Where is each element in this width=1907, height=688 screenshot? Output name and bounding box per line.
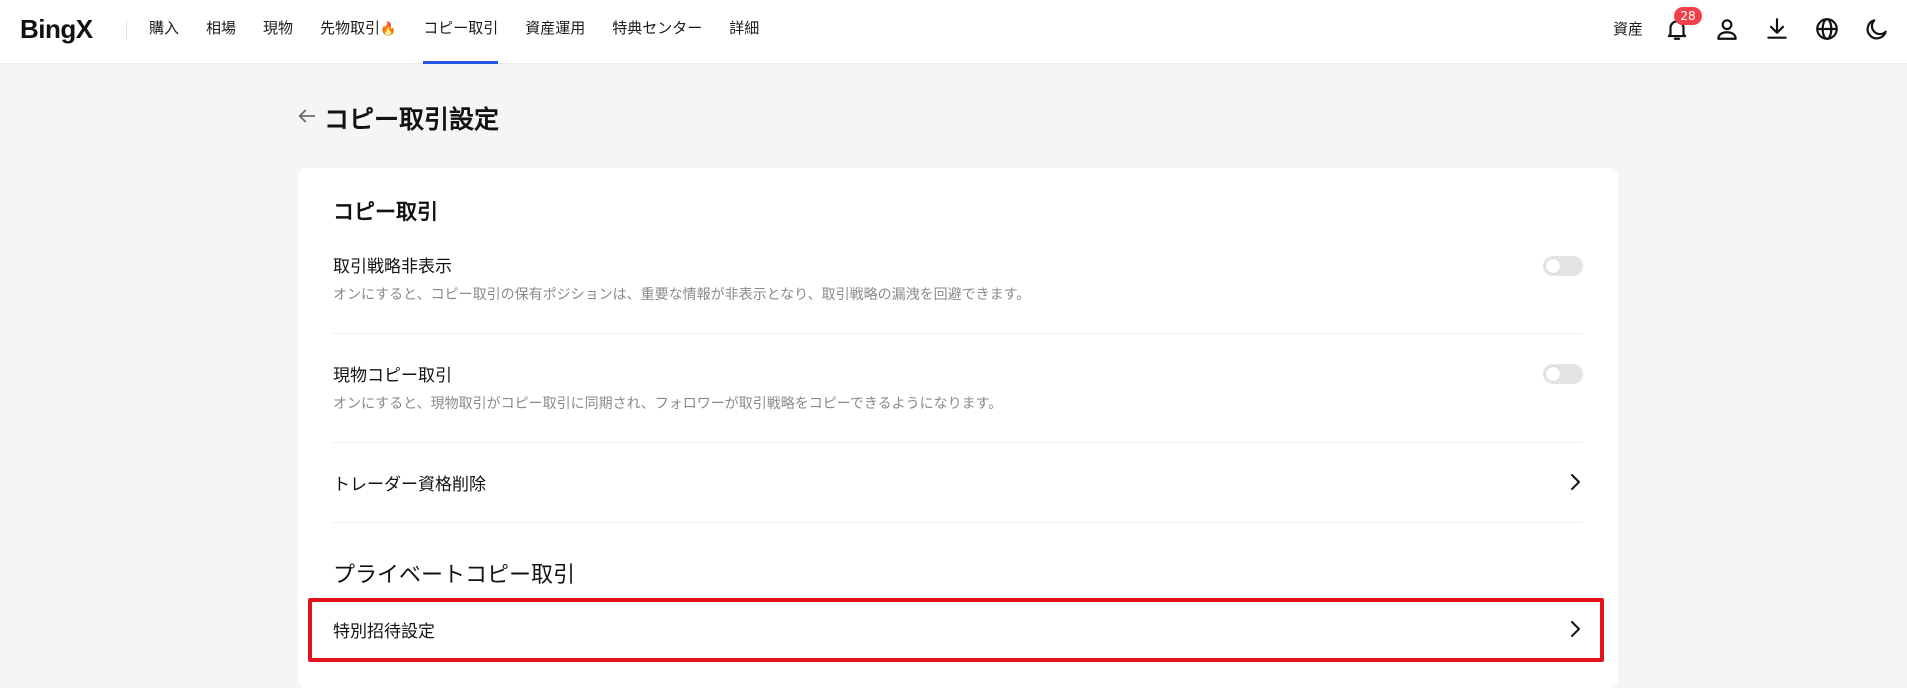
notification-badge: 28 xyxy=(1674,7,1702,25)
user-icon[interactable] xyxy=(1714,16,1740,42)
back-arrow-icon[interactable] xyxy=(296,105,318,127)
hide-strategy-title: 取引戦略非表示 xyxy=(333,257,452,277)
assets-link[interactable]: 資産 xyxy=(1613,18,1643,39)
top-nav: BingX 購入 相場 現物 先物取引🔥 コピー取引 資産運用 特典センター 詳… xyxy=(0,0,1907,64)
toggle-knob xyxy=(1546,367,1560,381)
logo-divider xyxy=(126,20,127,40)
nav-item-markets[interactable]: 相場 xyxy=(206,0,236,64)
nav-item-label: 相場 xyxy=(206,19,237,37)
settings-card: コピー取引 取引戦略非表示 オンにすると、コピー取引の保有ポジションは、重要な情… xyxy=(298,168,1618,688)
nav-item-label: コピー取引 xyxy=(423,19,499,37)
section-title-copy-trading: コピー取引 xyxy=(333,200,438,224)
section-title-private-copy-trading: プライベートコピー取引 xyxy=(333,563,576,588)
nav-item-label: 現物 xyxy=(263,19,294,37)
delete-qualification-row[interactable]: トレーダー資格削除 xyxy=(298,443,1618,523)
nav-item-label: 先物取引 xyxy=(320,19,381,37)
spot-copy-description: オンにすると、現物取引がコピー取引に同期され、フォロワーが取引戦略をコピーできる… xyxy=(333,396,1003,412)
divider xyxy=(333,522,1583,523)
moon-icon[interactable] xyxy=(1864,16,1890,42)
toggle-knob xyxy=(1546,259,1560,273)
nav-item-label: 特典センター xyxy=(612,19,703,37)
page-title: コピー取引設定 xyxy=(324,105,500,134)
chevron-right-icon xyxy=(1571,474,1580,490)
nav-item-copy-trading[interactable]: コピー取引 xyxy=(423,0,499,64)
nav-item-label: 購入 xyxy=(149,19,180,37)
spot-copy-toggle[interactable] xyxy=(1543,364,1583,384)
nav-item-label: 資産運用 xyxy=(525,19,586,37)
fire-icon: 🔥 xyxy=(380,22,397,37)
nav-item-earn[interactable]: 資産運用 xyxy=(525,0,585,64)
download-icon[interactable] xyxy=(1764,16,1790,42)
spot-copy-title: 現物コピー取引 xyxy=(333,366,452,386)
hide-strategy-toggle[interactable] xyxy=(1543,256,1583,276)
delete-qualification-title: トレーダー資格削除 xyxy=(333,475,486,495)
bingx-logo[interactable]: BingX xyxy=(20,14,93,44)
nav-item-spot[interactable]: 現物 xyxy=(263,0,293,64)
chevron-right-icon xyxy=(1571,621,1580,637)
hide-strategy-description: オンにすると、コピー取引の保有ポジションは、重要な情報が非表示となり、取引戦略の… xyxy=(333,287,1031,303)
nav-item-futures[interactable]: 先物取引🔥 xyxy=(320,0,396,64)
nav-item-buy[interactable]: 購入 xyxy=(149,0,179,64)
nav-item-rewards-center[interactable]: 特典センター xyxy=(612,0,702,64)
nav-item-more[interactable]: 詳細 xyxy=(729,0,759,64)
globe-icon[interactable] xyxy=(1814,16,1840,42)
special-invite-title: 特別招待設定 xyxy=(333,622,435,642)
divider xyxy=(333,333,1583,334)
nav-menu: 購入 相場 現物 先物取引🔥 コピー取引 資産運用 特典センター 詳細 xyxy=(149,0,786,64)
special-invite-row[interactable]: 特別招待設定 xyxy=(298,602,1618,658)
nav-item-label: 詳細 xyxy=(729,19,760,37)
